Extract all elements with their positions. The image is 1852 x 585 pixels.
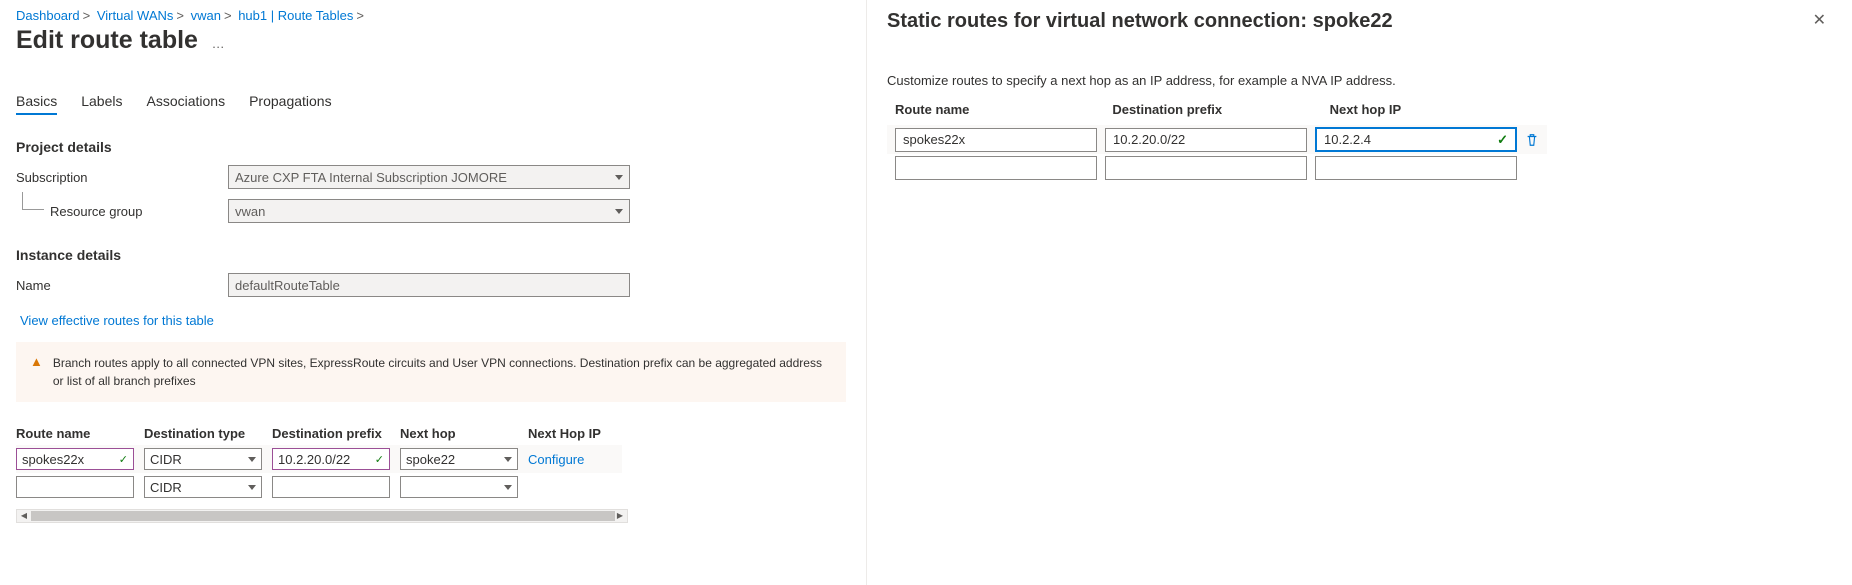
route-name-input[interactable]: spokes22x: [895, 128, 1097, 152]
page-title: Edit route table: [16, 26, 198, 55]
subscription-value: Azure CXP FTA Internal Subscription JOMO…: [235, 170, 507, 185]
tab-associations[interactable]: Associations: [147, 93, 226, 115]
warning-icon: ▲: [30, 354, 43, 390]
chevron-down-icon: [615, 209, 623, 214]
name-input[interactable]: defaultRouteTable: [228, 273, 630, 297]
resource-group-value: vwan: [235, 204, 265, 219]
route-name-input[interactable]: spokes22x✓: [16, 448, 134, 470]
horizontal-scrollbar[interactable]: ◀ ▶: [16, 509, 628, 523]
name-label: Name: [16, 278, 228, 293]
tab-propagations[interactable]: Propagations: [249, 93, 332, 115]
dest-prefix-input[interactable]: 10.2.20.0/22✓: [272, 448, 390, 470]
check-icon: ✓: [119, 453, 128, 466]
panel-title: Static routes for virtual network connec…: [887, 10, 1393, 33]
scroll-right-icon[interactable]: ▶: [613, 510, 627, 522]
col-dest-prefix: Destination prefix: [272, 422, 400, 445]
chevron-down-icon: [615, 175, 623, 180]
breadcrumb-item[interactable]: Virtual WANs: [97, 8, 174, 23]
chevron-down-icon: [504, 485, 512, 490]
static-routes-table: Route name Destination prefix Next hop I…: [887, 102, 1547, 182]
next-hop-ip-input[interactable]: [1315, 156, 1517, 180]
tab-basics[interactable]: Basics: [16, 93, 57, 115]
dest-prefix-input[interactable]: 10.2.20.0/22: [1105, 128, 1307, 152]
section-project-details: Project details: [16, 139, 866, 155]
chevron-down-icon: [504, 457, 512, 462]
route-name-input[interactable]: [16, 476, 134, 498]
next-hop-ip-input[interactable]: 10.2.2.4 ✓: [1315, 127, 1517, 152]
col-dest-prefix: Destination prefix: [1112, 102, 1329, 117]
subscription-select[interactable]: Azure CXP FTA Internal Subscription JOMO…: [228, 165, 630, 189]
col-route-name: Route name: [16, 422, 144, 445]
check-icon: ✓: [375, 453, 384, 466]
next-hop-select[interactable]: spoke22: [400, 448, 518, 470]
breadcrumb-item[interactable]: vwan: [191, 8, 221, 23]
delete-icon[interactable]: [1525, 133, 1541, 147]
col-next-hop: Next hop: [400, 422, 528, 445]
route-table: Route name Destination type Destination …: [16, 422, 622, 523]
table-row: spokes22x 10.2.20.0/22 10.2.2.4 ✓: [887, 125, 1547, 154]
more-icon[interactable]: …: [212, 36, 225, 51]
table-row: [887, 154, 1547, 182]
route-name-input[interactable]: [895, 156, 1097, 180]
chevron-down-icon: [248, 457, 256, 462]
banner-text: Branch routes apply to all connected VPN…: [53, 354, 832, 390]
chevron-down-icon: [248, 485, 256, 490]
scroll-left-icon[interactable]: ◀: [17, 510, 31, 522]
dest-type-select[interactable]: CIDR: [144, 448, 262, 470]
breadcrumb-item[interactable]: hub1 | Route Tables: [238, 8, 353, 23]
breadcrumb-item[interactable]: Dashboard: [16, 8, 80, 23]
table-row: CIDR: [16, 473, 622, 501]
configure-link[interactable]: Configure: [528, 452, 584, 467]
panel-description: Customize routes to specify a next hop a…: [887, 73, 1832, 88]
next-hop-select[interactable]: [400, 476, 518, 498]
table-row: spokes22x✓ CIDR 10.2.20.0/22✓ spoke22 Co…: [16, 445, 622, 473]
close-icon[interactable]: ✕: [1807, 8, 1832, 32]
resource-group-select[interactable]: vwan: [228, 199, 630, 223]
col-next-hop-ip: Next Hop IP: [528, 422, 622, 445]
subscription-label: Subscription: [16, 170, 228, 185]
name-value: defaultRouteTable: [235, 278, 340, 293]
tabs: Basics Labels Associations Propagations: [16, 93, 866, 115]
dest-type-select[interactable]: CIDR: [144, 476, 262, 498]
resource-group-label: Resource group: [16, 204, 228, 219]
breadcrumb: Dashboard> Virtual WANs> vwan> hub1 | Ro…: [16, 8, 866, 23]
dest-prefix-input[interactable]: [272, 476, 390, 498]
dest-prefix-input[interactable]: [1105, 156, 1307, 180]
col-dest-type: Destination type: [144, 422, 272, 445]
tab-labels[interactable]: Labels: [81, 93, 122, 115]
check-icon: ✓: [1497, 132, 1508, 148]
view-effective-routes-link[interactable]: View effective routes for this table: [20, 313, 214, 328]
col-next-hop-ip: Next hop IP: [1330, 102, 1539, 117]
scrollbar-thumb[interactable]: [31, 511, 615, 521]
info-banner: ▲ Branch routes apply to all connected V…: [16, 342, 846, 402]
col-route-name: Route name: [895, 102, 1112, 117]
section-instance-details: Instance details: [16, 247, 866, 263]
